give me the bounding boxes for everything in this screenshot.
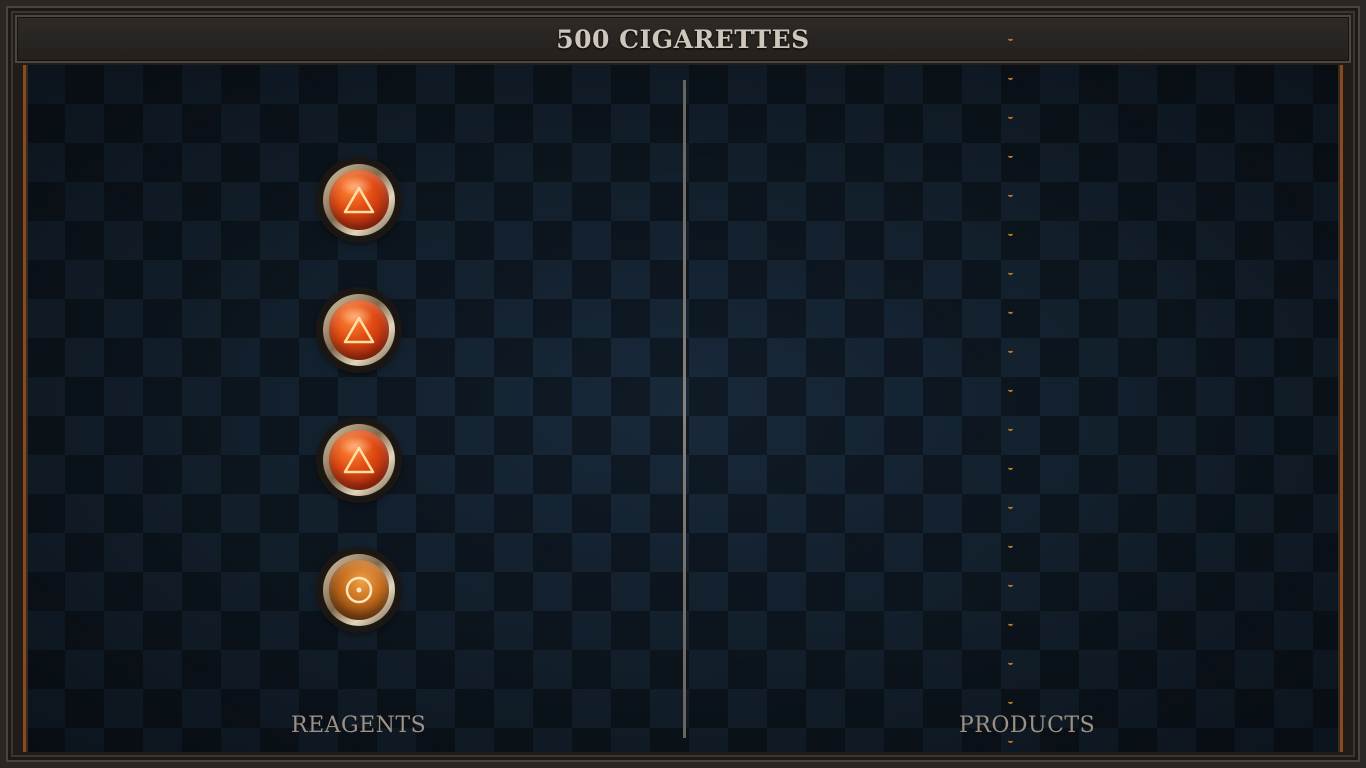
page-title: 500 CIGARETTES: [556, 24, 810, 54]
guide-marker: [1008, 350, 1013, 353]
gold-orb-icon: [329, 560, 389, 620]
reagent-slot-2[interactable]: [319, 290, 399, 370]
fire-orb-icon: [329, 300, 389, 360]
guide-marker: [1008, 389, 1013, 392]
guide-marker: [1008, 155, 1013, 158]
guide-marker: [1008, 272, 1013, 275]
guide-marker: [1008, 77, 1013, 80]
circled-dot-icon: [345, 576, 373, 604]
guide-marker: [1008, 701, 1013, 704]
guide-marker: [1008, 38, 1013, 41]
crafting-panel: REAGENTS PRODUCTS: [23, 65, 1343, 752]
guide-marker-column: [1006, 0, 1016, 768]
reagent-slot-3[interactable]: [319, 420, 399, 500]
reagents-label: REAGENTS: [291, 713, 427, 738]
guide-marker: [1008, 662, 1013, 665]
guide-marker: [1008, 584, 1013, 587]
guide-marker: [1008, 194, 1013, 197]
products-label: PRODUCTS: [959, 713, 1096, 738]
reagent-slot-1[interactable]: [319, 160, 399, 240]
title-bar: 500 CIGARETTES: [15, 15, 1351, 63]
guide-marker: [1008, 623, 1013, 626]
fire-orb-icon: [329, 430, 389, 490]
guide-marker: [1008, 506, 1013, 509]
guide-marker: [1008, 233, 1013, 236]
guide-marker: [1008, 428, 1013, 431]
guide-marker: [1008, 545, 1013, 548]
fire-orb-icon: [329, 170, 389, 230]
triangle-icon: [343, 316, 375, 344]
guide-marker: [1008, 116, 1013, 119]
guide-marker: [1008, 311, 1013, 314]
reagent-slot-4[interactable]: [319, 550, 399, 630]
triangle-icon: [343, 446, 375, 474]
guide-marker: [1008, 740, 1013, 743]
triangle-icon: [343, 186, 375, 214]
panel-divider: [683, 80, 686, 738]
guide-marker: [1008, 467, 1013, 470]
reagent-list: [319, 160, 401, 630]
